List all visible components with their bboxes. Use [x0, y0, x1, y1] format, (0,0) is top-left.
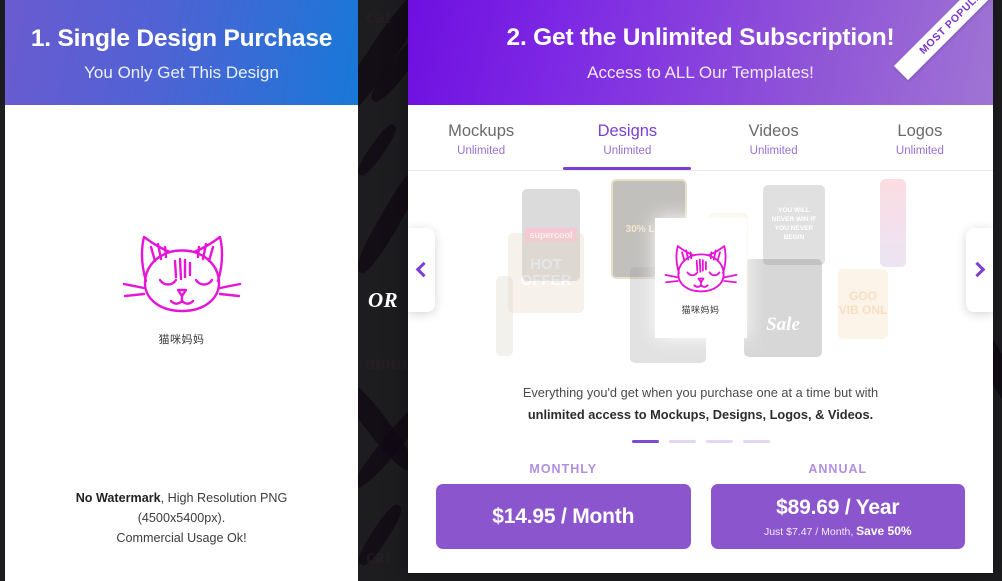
plan-monthly: MONTHLY $14.95 / Month: [436, 462, 691, 549]
single-purchase-subtitle: You Only Get This Design: [84, 63, 279, 83]
tab-designs-sub: Unlimited: [603, 145, 652, 158]
carousel-thumb[interactable]: YOU WILL NEVER WIN IF YOU NEVER BEGIN: [763, 185, 825, 265]
subscription-description-line2: unlimited access to Mockups, Designs, Lo…: [527, 407, 874, 422]
carousel-thumb-text: YOU WILL NEVER WIN IF YOU NEVER BEGIN: [771, 207, 817, 241]
chevron-right-icon: [969, 261, 986, 278]
single-purchase-header: 1. Single Design Purchase You Only Get T…: [5, 0, 358, 105]
carousel-dot[interactable]: [742, 440, 770, 443]
carousel-prev-button[interactable]: [408, 227, 435, 312]
plan-annual-price: $89.69 / Year: [776, 495, 900, 519]
carousel-thumb[interactable]: [496, 276, 513, 356]
subscription-title: 2. Get the Unlimited Subscription!: [506, 24, 895, 51]
tab-mockups[interactable]: Mockups Unlimited: [408, 105, 554, 170]
tab-logos-label: Logos: [897, 121, 943, 140]
tab-designs-label: Designs: [597, 121, 658, 140]
plan-annual-note: Just $7.47 / Month, Save 50%: [764, 524, 912, 538]
tab-videos[interactable]: Videos Unlimited: [701, 105, 847, 170]
cat-logo-icon: [122, 235, 241, 313]
pricing-modal-screen: cat mom cat OR 1. Single Design Purchase…: [0, 0, 1002, 581]
single-purchase-body: 猫咪妈妈 No Watermark, High Resolution PNG (…: [5, 105, 358, 581]
tab-videos-sub: Unlimited: [749, 145, 798, 158]
product-preview: 猫咪妈妈: [82, 227, 282, 347]
single-purchase-panel: 1. Single Design Purchase You Only Get T…: [5, 0, 358, 581]
carousel-thumb[interactable]: [880, 179, 906, 267]
carousel-thumb[interactable]: HOT OFFER: [508, 233, 584, 313]
tab-logos[interactable]: Logos Unlimited: [847, 105, 993, 170]
carousel-thumb-text: Sale: [766, 314, 800, 335]
subscription-header: 2. Get the Unlimited Subscription! Acces…: [408, 0, 993, 105]
carousel-dot[interactable]: [705, 440, 733, 443]
plan-annual-note-prefix: Just $7.47 / Month,: [763, 525, 857, 538]
carousel-next-button[interactable]: [966, 227, 993, 312]
plan-annual: ANNUAL $89.69 / Year Just $7.47 / Month,…: [710, 462, 965, 549]
plan-monthly-button[interactable]: $14.95 / Month: [436, 484, 691, 549]
plan-annual-button[interactable]: $89.69 / Year Just $7.47 / Month, Save 5…: [710, 484, 965, 549]
subscription-panel: 2. Get the Unlimited Subscription! Acces…: [408, 0, 993, 573]
subscription-description: Everything you'd get when you purchase o…: [408, 382, 993, 426]
license-dimensions: (4500x5400px).: [137, 511, 226, 526]
license-usage: Commercial Usage Ok!: [116, 531, 247, 546]
plan-annual-label: ANNUAL: [808, 462, 868, 476]
tab-designs[interactable]: Designs Unlimited: [554, 105, 700, 170]
plan-annual-savings: Save 50%: [856, 523, 912, 538]
single-purchase-title: 1. Single Design Purchase: [30, 24, 333, 52]
featured-design-card[interactable]: 猫咪妈妈: [654, 218, 747, 338]
tab-logos-sub: Unlimited: [895, 145, 944, 158]
carousel-thumb[interactable]: GOO VIB ONL: [838, 269, 888, 339]
carousel-thumb-text: GOO VIB ONL: [838, 289, 888, 317]
carousel-pagination: [408, 440, 993, 443]
license-description: No Watermark, High Resolution PNG (4500x…: [5, 488, 358, 548]
subscription-subtitle: Access to ALL Our Templates!: [587, 63, 814, 82]
most-popular-ribbon: MOST POPULAR: [893, 0, 993, 81]
plan-monthly-price: $14.95 / Month: [492, 504, 635, 528]
tab-mockups-label: Mockups: [448, 121, 515, 140]
carousel-dot[interactable]: [631, 440, 659, 443]
carousel-thumb-text: HOT OFFER: [520, 255, 572, 289]
subscription-description-line1: Everything you'd get when you purchase o…: [522, 385, 879, 400]
tab-videos-label: Videos: [748, 121, 799, 140]
product-logo-caption: 猫咪妈妈: [158, 334, 205, 346]
license-no-watermark: No Watermark: [75, 491, 161, 505]
pricing-options: MONTHLY $14.95 / Month ANNUAL $89.69 / Y…: [408, 462, 993, 549]
or-divider-label: OR: [368, 288, 399, 312]
license-resolution: , High Resolution PNG: [160, 491, 288, 505]
template-carousel: supercool 30% Look HOT OFFER YOU WILL NE…: [408, 171, 993, 368]
chevron-left-icon: [415, 261, 432, 278]
featured-design-caption: 猫咪妈妈: [681, 305, 720, 315]
tab-mockups-sub: Unlimited: [457, 145, 506, 158]
category-tabs: Mockups Unlimited Designs Unlimited Vide…: [408, 105, 993, 171]
plan-monthly-label: MONTHLY: [529, 462, 598, 476]
cat-logo-icon: [664, 245, 737, 293]
carousel-thumb[interactable]: Sale: [744, 259, 822, 357]
carousel-dot[interactable]: [668, 440, 696, 443]
